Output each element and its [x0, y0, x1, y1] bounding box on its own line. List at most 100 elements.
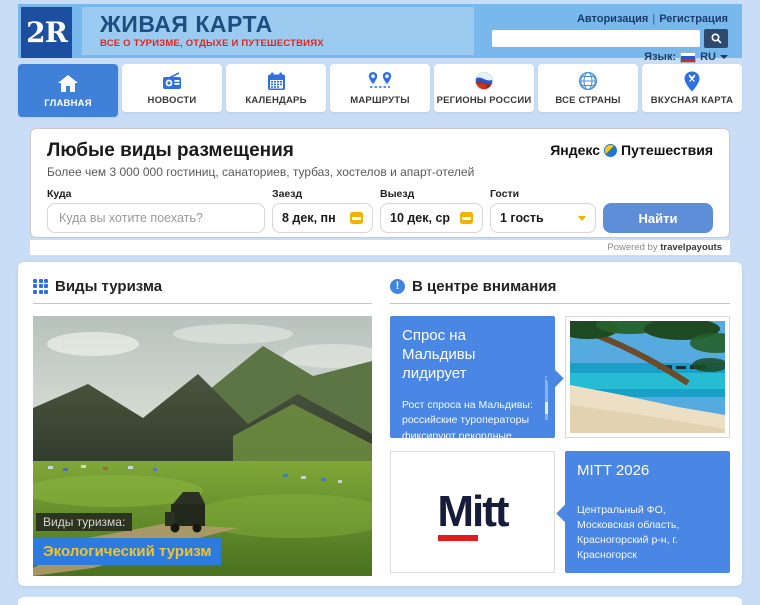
brand-part2: Путешествия	[621, 142, 713, 158]
section-divider	[33, 303, 372, 304]
russia-globe-icon	[474, 70, 494, 92]
news-title: MITT 2026	[577, 462, 650, 479]
next-section-card	[18, 597, 742, 605]
calendar-icon	[267, 70, 286, 92]
news-image-mitt-logo[interactable]: Mitt	[390, 451, 555, 573]
news-card[interactable]: Спрос на Мальдивы лидирует Рост спроса н…	[390, 316, 564, 442]
checkout-label: Выезд	[380, 188, 415, 200]
checkin-field[interactable]: 8 дек, пн	[272, 203, 373, 233]
scrollbar[interactable]	[545, 376, 548, 420]
site-title-panel: ЖИВАЯ КАРТА ВСЕ О ТУРИЗМЕ, ОТДЫХЕ И ПУТЕ…	[82, 7, 474, 55]
guests-label: Гости	[490, 188, 520, 200]
brand-part1: Яндекс	[550, 142, 601, 158]
checkin-value: 8 дек, пн	[282, 211, 336, 225]
photo-title-label[interactable]: Экологический туризм	[33, 538, 222, 565]
mitt-logo: Mitt	[437, 487, 510, 541]
tab-food-map[interactable]: ВКУСНАЯ КАРТА	[642, 64, 742, 112]
booking-widget: Яндекс Путешествия Любые виды размещения…	[30, 128, 730, 238]
site-title: ЖИВАЯ КАРТА	[100, 11, 273, 37]
tab-label: РЕГИОНЫ РОССИИ	[436, 95, 532, 106]
tab-label: МАРШРУТЫ	[350, 95, 410, 106]
spotlight-section-header: ! В центре внимания	[390, 275, 730, 297]
guests-group: Гости 1 гость	[490, 188, 596, 233]
tab-label: ВКУСНАЯ КАРТА	[650, 95, 734, 106]
language-value: RU	[700, 51, 716, 63]
checkin-group: Заезд 8 дек, пн	[272, 188, 373, 233]
tab-calendar[interactable]: КАЛЕНДАРЬ	[226, 64, 326, 112]
info-icon: !	[390, 278, 405, 294]
news-title: Спрос на Мальдивы лидирует	[402, 327, 476, 382]
language-label: Язык:	[644, 51, 677, 63]
tourism-section-header: Виды туризма	[33, 275, 372, 297]
main-nav: ГЛАВНАЯ НОВОСТИ КАЛЕНДАРЬ МАРШРУТЫ РЕГИО…	[18, 64, 742, 117]
radio-icon	[161, 70, 183, 92]
header-search-input[interactable]	[492, 30, 700, 47]
powered-by-strip: Powered by travelpayouts	[30, 240, 730, 255]
powered-by-brand[interactable]: travelpayouts	[660, 242, 722, 253]
tourism-section-title: Виды туризма	[55, 277, 163, 295]
header-search-button[interactable]	[704, 29, 728, 48]
tab-label: КАЛЕНДАРЬ	[245, 95, 307, 106]
calendar-icon	[350, 212, 363, 224]
news-image-beach[interactable]	[565, 316, 730, 438]
mitt-logo-underline	[438, 535, 479, 541]
search-icon	[710, 33, 722, 44]
section-divider	[390, 303, 730, 304]
spotlight-column: ! В центре внимания Спрос на Мальдивы ли…	[390, 275, 730, 573]
powered-by-text: Powered by	[607, 242, 658, 253]
find-group: Найти	[603, 188, 713, 233]
destination-group: Куда	[47, 188, 265, 233]
card-pointer	[545, 369, 564, 388]
yandex-travel-brand: Яндекс Путешествия	[550, 142, 713, 158]
yandex-globe-icon	[604, 143, 618, 157]
tab-label: ГЛАВНАЯ	[44, 97, 92, 109]
tab-russia-regions[interactable]: РЕГИОНЫ РОССИИ	[434, 64, 534, 112]
site-subtitle: ВСЕ О ТУРИЗМЕ, ОТДЫХЕ И ПУТЕШЕСТВИЯХ	[100, 38, 324, 50]
tab-all-countries[interactable]: ВСЕ СТРАНЫ	[538, 64, 638, 112]
guests-select[interactable]: 1 гость	[490, 203, 596, 233]
grid-icon	[33, 278, 48, 294]
chevron-down-icon	[720, 55, 728, 59]
russia-flag-icon	[680, 51, 697, 63]
checkout-group: Выезд 10 дек, ср	[380, 188, 483, 233]
destination-field	[47, 203, 265, 233]
guests-value: 1 гость	[500, 211, 544, 225]
widget-subtitle: Более чем 3 000 000 гостиниц, санаториев…	[47, 165, 475, 179]
home-icon	[57, 73, 79, 95]
food-pin-icon	[683, 70, 701, 92]
destination-label: Куда	[47, 188, 72, 200]
auth-links: Авторизация | Регистрация	[577, 13, 728, 25]
mountain-landscape-image	[33, 316, 372, 576]
header-search	[492, 29, 728, 48]
chevron-down-icon	[578, 215, 586, 221]
tab-home[interactable]: ГЛАВНАЯ	[18, 64, 118, 117]
news-text: Рост спроса на Мальдивы: российские туро…	[402, 399, 533, 442]
globe-icon	[578, 70, 598, 92]
booking-form: Куда Заезд 8 дек, пн Выезд 10 дек, ср	[47, 188, 713, 233]
beach-image	[570, 321, 725, 433]
photo-category-label: Виды туризма:	[36, 513, 133, 531]
route-pins-icon	[367, 70, 393, 92]
news-item-maldives: Спрос на Мальдивы лидирует Рост спроса н…	[390, 316, 730, 442]
page: 2R ЖИВАЯ КАРТА ВСЕ О ТУРИЗМЕ, ОТДЫХЕ И П…	[0, 0, 760, 605]
news-card[interactable]: MITT 2026 Центральный ФО, Московская обл…	[556, 451, 730, 573]
tab-label: ВСЕ СТРАНЫ	[555, 95, 621, 106]
spotlight-list: Спрос на Мальдивы лидирует Рост спроса н…	[390, 316, 730, 573]
site-logo[interactable]: 2R	[21, 7, 72, 58]
tab-routes[interactable]: МАРШРУТЫ	[330, 64, 430, 112]
language-selector[interactable]: Язык: RU	[644, 51, 728, 63]
destination-input[interactable]	[57, 210, 255, 226]
mitt-logo-text: Mitt	[437, 487, 509, 536]
login-link[interactable]: Авторизация	[577, 13, 648, 25]
auth-divider: |	[652, 13, 656, 25]
news-text: Центральный ФО, Московская область, Крас…	[577, 503, 680, 562]
find-button[interactable]: Найти	[603, 203, 713, 233]
tourism-photo[interactable]: Виды туризма: Экологический туризм	[33, 316, 372, 576]
header: 2R ЖИВАЯ КАРТА ВСЕ О ТУРИЗМЕ, ОТДЫХЕ И П…	[18, 4, 742, 63]
site-logo-text: 2R	[26, 16, 68, 49]
main-content: Виды туризма Виды туризма: Экологический…	[18, 262, 742, 586]
news-item-mitt: Mitt MITT 2026 Центральный ФО, Московска…	[390, 451, 730, 573]
register-link[interactable]: Регистрация	[659, 13, 728, 25]
checkout-field[interactable]: 10 дек, ср	[380, 203, 483, 233]
tab-news[interactable]: НОВОСТИ	[122, 64, 222, 112]
